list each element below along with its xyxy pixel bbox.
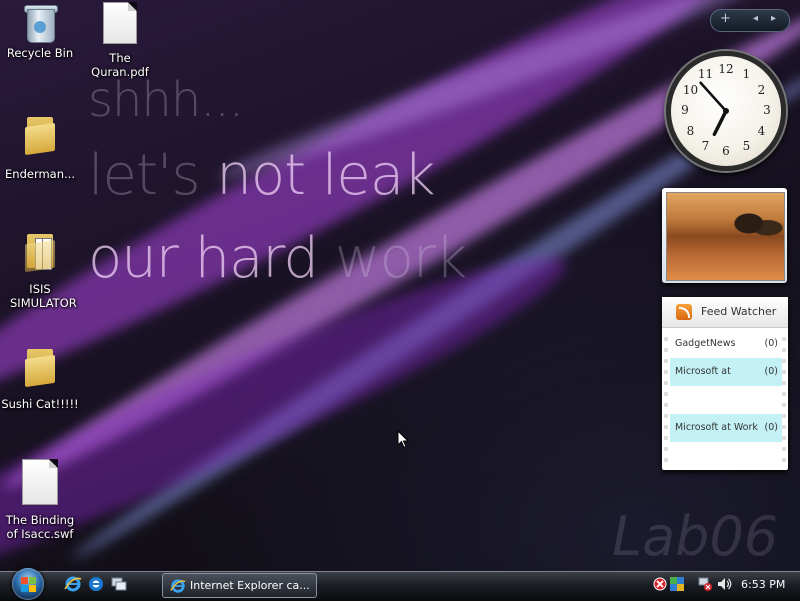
folder-icon	[25, 117, 55, 156]
feed-item[interactable]	[670, 442, 782, 470]
feed-item[interactable]	[670, 386, 782, 414]
perforation-dot	[782, 359, 786, 363]
folder-icon	[25, 234, 55, 273]
perforation-dot	[664, 425, 668, 429]
internet-explorer-icon	[170, 579, 186, 593]
perforation-dot	[782, 425, 786, 429]
desktop[interactable]: shhh... let's not leak our hard work Lab…	[0, 0, 800, 571]
icon-label: The Binding of Isacc.swf	[5, 513, 75, 541]
feed-item[interactable]: GadgetNews (0)	[670, 330, 782, 358]
sidebar-controls: + ◂ ▸	[710, 9, 790, 32]
clock-center	[723, 108, 729, 114]
perforation-dot	[664, 403, 668, 407]
wallpaper-watermark: Lab06	[612, 505, 779, 568]
network-icon[interactable]	[669, 576, 685, 592]
perforation-dot	[782, 370, 786, 374]
perforation-dot	[664, 414, 668, 418]
folder-icon	[25, 349, 55, 388]
icon-label: Sushi Cat!!!!!	[1, 397, 79, 411]
clock-minute-hand	[699, 81, 728, 113]
icon-label: Enderman...	[5, 167, 75, 181]
enderman-folder[interactable]: Enderman...	[0, 117, 80, 181]
icon-label: The Quran.pdf	[91, 51, 149, 79]
feed-item[interactable]: Microsoft at (0)	[670, 358, 782, 386]
slideshow-photo	[666, 192, 785, 281]
ie-alt-icon[interactable]	[87, 575, 105, 593]
perforation-dot	[782, 337, 786, 341]
windows-logo-icon	[12, 568, 44, 600]
icon-label: Recycle Bin	[6, 46, 74, 60]
wallpaper-text-line2: let's not leak	[88, 143, 436, 208]
taskbar-clock[interactable]: 6:53 PM	[741, 578, 785, 591]
taskbar-window-label: Internet Explorer ca...	[190, 579, 310, 592]
perforation-dot	[664, 359, 668, 363]
feed-watcher-title: Feed Watcher	[701, 305, 777, 318]
sushi-cat-folder[interactable]: Sushi Cat!!!!!	[0, 349, 80, 411]
perforation-dot	[782, 436, 786, 440]
document-icon	[103, 2, 137, 44]
start-button[interactable]	[8, 568, 48, 600]
perforation-dot	[782, 414, 786, 418]
perforation-dot	[782, 458, 786, 462]
switch-windows-icon[interactable]	[110, 575, 128, 593]
prev-gadget-page-button[interactable]: ◂	[753, 13, 758, 24]
internet-explorer-icon[interactable]	[64, 575, 82, 593]
perforation-dot	[664, 381, 668, 385]
perforation-dot	[782, 348, 786, 352]
slideshow-gadget[interactable]	[662, 188, 787, 283]
perforation-dot	[664, 458, 668, 462]
feed-watcher-gadget[interactable]: Feed Watcher GadgetNews (0) Microsoft at…	[662, 297, 788, 470]
perforation-dot	[664, 337, 668, 341]
clock-gadget[interactable]: 12 1 2 3 4 5 6 7 8 9 10 11	[666, 51, 786, 171]
perforation-dot	[664, 370, 668, 374]
wallpaper-text-line1: shhh...	[88, 72, 244, 128]
recycle-bin-icon	[23, 3, 58, 43]
wallpaper-text-line3: our hard work	[88, 226, 467, 291]
perforation-dot	[782, 403, 786, 407]
mouse-cursor-icon	[397, 430, 409, 449]
quran-pdf-shortcut[interactable]: The Quran.pdf	[80, 2, 160, 79]
perforation-dot	[782, 392, 786, 396]
feed-item[interactable]: Microsoft at Work (0)	[670, 414, 782, 442]
icon-label: ISIS SIMULATOR	[10, 282, 77, 310]
rss-icon	[676, 304, 692, 320]
document-icon	[22, 459, 58, 505]
add-gadget-button[interactable]: +	[720, 11, 731, 26]
taskbar-window-internet-explorer[interactable]: Internet Explorer ca...	[162, 573, 317, 598]
feed-watcher-header: Feed Watcher	[662, 297, 788, 328]
perforation-dot	[782, 447, 786, 451]
no-network-icon[interactable]	[697, 576, 713, 592]
perforation-dot	[664, 447, 668, 451]
perforation-dot	[664, 436, 668, 440]
isis-simulator-folder[interactable]: ISIS SIMULATOR	[0, 234, 80, 310]
binding-of-isaac-shortcut[interactable]: The Binding of Isacc.swf	[0, 459, 80, 541]
perforation-dot	[664, 392, 668, 396]
clock-hands	[699, 81, 729, 137]
perforation-dot	[782, 381, 786, 385]
recycle-bin-shortcut[interactable]: Recycle Bin	[0, 3, 80, 60]
volume-icon[interactable]	[716, 576, 732, 592]
security-alert-icon[interactable]	[653, 577, 667, 591]
perforation-dot	[664, 348, 668, 352]
next-gadget-page-button[interactable]: ▸	[771, 13, 776, 24]
clock-hour-hand	[712, 109, 728, 137]
